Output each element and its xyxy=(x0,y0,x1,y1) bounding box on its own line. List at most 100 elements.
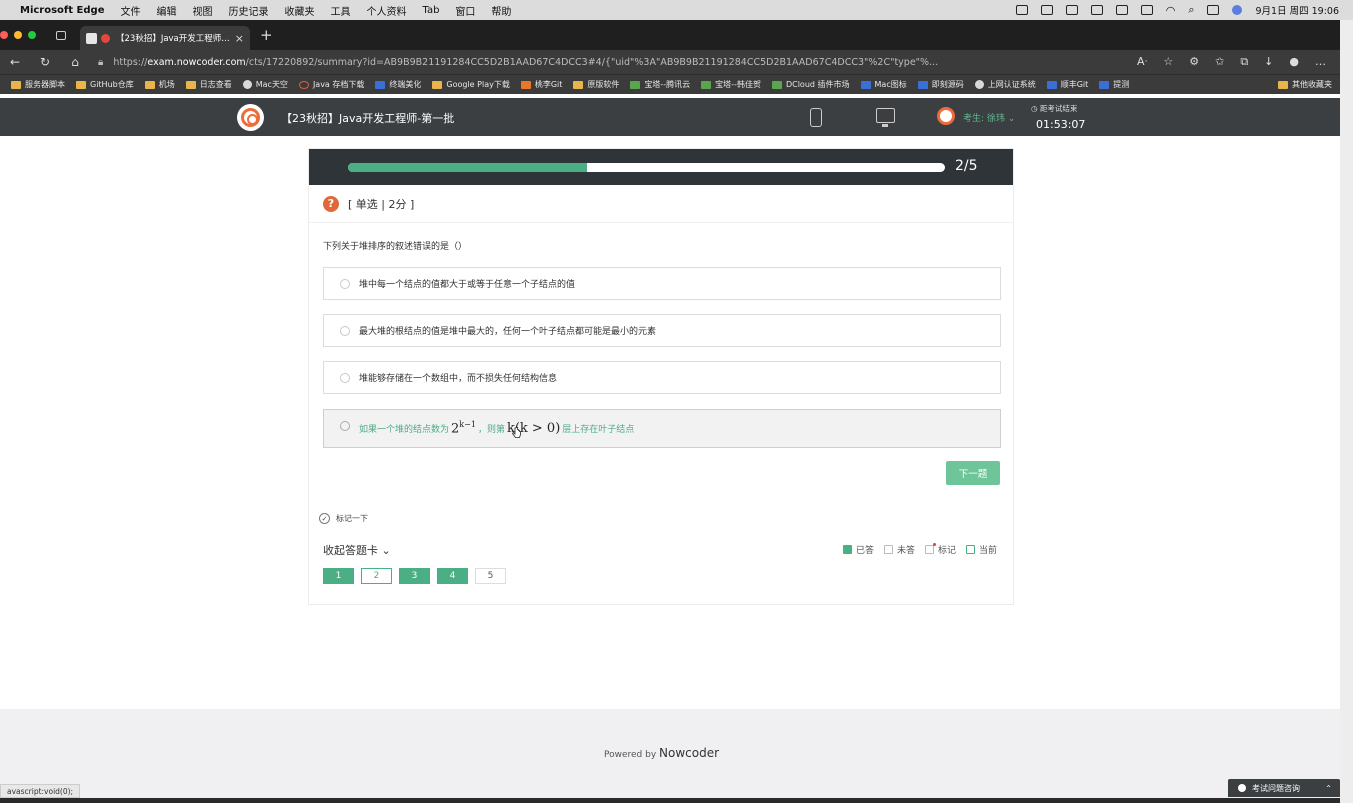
menubar-clock[interactable]: 9月1日 周四 19:06 xyxy=(1255,3,1339,17)
lock-icon: 🔒︎ xyxy=(98,56,104,68)
refresh-icon[interactable]: ↻ xyxy=(30,55,60,69)
menu-tab[interactable]: Tab xyxy=(422,5,439,16)
exam-help-button[interactable]: 考试问题咨询 ⌃ xyxy=(1228,779,1340,797)
read-aloud-icon[interactable]: Aᐧ xyxy=(1137,55,1147,69)
status-window-icon[interactable] xyxy=(1090,5,1103,15)
mark-question[interactable]: ✓ 标记一下 xyxy=(319,513,368,524)
control-center-icon[interactable] xyxy=(1207,5,1220,15)
bookmark-label: 其他收藏夹 xyxy=(1292,80,1332,89)
bookmark-item[interactable]: 原版软件 xyxy=(573,79,619,90)
collapse-answer-card[interactable]: 收起答题卡 ⌄ xyxy=(323,542,391,558)
minimize-window-button[interactable] xyxy=(14,31,22,39)
close-window-button[interactable] xyxy=(0,31,8,39)
powered-by: Powered by Nowcoder xyxy=(604,746,719,760)
bookmark-item[interactable]: 日志查看 xyxy=(185,79,232,90)
menu-app-name[interactable]: Microsoft Edge xyxy=(20,5,104,16)
option-radio[interactable] xyxy=(340,278,350,289)
question-nav-3[interactable]: 3 xyxy=(399,568,430,584)
menu-help[interactable]: 帮助 xyxy=(491,3,511,18)
status-app-icon[interactable] xyxy=(1015,5,1028,15)
add-favorite-icon[interactable]: ☆ xyxy=(1163,55,1173,69)
menu-tools[interactable]: 工具 xyxy=(330,3,350,18)
nowcoder-logo-icon xyxy=(237,104,264,131)
bookmark-item[interactable]: 桃李Git xyxy=(520,79,562,90)
bookmark-item[interactable]: 上网认证系统 xyxy=(974,79,1036,90)
page-icon xyxy=(974,80,984,89)
bookmark-item[interactable]: 宝塔--韩佳贺 xyxy=(701,79,761,90)
option-c[interactable]: 堆能够存储在一个数组中，而不损失任何结构信息 xyxy=(323,361,1001,394)
wifi-icon[interactable]: ◠ xyxy=(1166,4,1176,17)
downloads-icon[interactable]: ↓ xyxy=(1264,55,1273,69)
tab-close-icon[interactable]: × xyxy=(235,32,244,45)
menu-history[interactable]: 历史记录 xyxy=(228,3,268,18)
bookmark-item[interactable]: Mac天空 xyxy=(242,79,288,90)
question-nav-4[interactable]: 4 xyxy=(437,568,468,584)
menu-file[interactable]: 文件 xyxy=(120,3,140,18)
other-favorites[interactable]: 其他收藏夹 xyxy=(1278,79,1332,90)
more-icon[interactable]: … xyxy=(1315,55,1326,69)
menu-favorites[interactable]: 收藏夹 xyxy=(284,3,314,18)
bookmark-item[interactable]: 终端美化 xyxy=(375,79,421,90)
address-field[interactable]: 🔒︎ https:// exam.nowcoder.com /cts/17220… xyxy=(98,57,978,68)
option-d[interactable]: 如果一个堆的结点数为 2k−1 ，则第 k(k > 0) 层上存在叶子结点 xyxy=(323,409,1001,448)
battery-icon[interactable] xyxy=(1115,5,1128,15)
menu-profile[interactable]: 个人资料 xyxy=(366,3,406,18)
bookmark-label: 服务器脚本 xyxy=(25,80,65,89)
bookmark-item[interactable]: 顺丰Git xyxy=(1046,79,1088,90)
bookmark-item[interactable]: 机场 xyxy=(144,79,175,90)
candidate-menu[interactable]: 考生: 徐玮 ⌄ xyxy=(963,111,1015,124)
home-icon[interactable]: ⌂ xyxy=(60,55,90,69)
tab-actions-icon[interactable] xyxy=(56,30,66,40)
extension-icon[interactable]: ⚙ xyxy=(1189,55,1199,69)
option-radio[interactable] xyxy=(340,325,350,336)
new-tab-icon[interactable]: + xyxy=(260,26,273,44)
bookmark-item[interactable]: 宝塔--腾讯云 xyxy=(630,79,690,90)
profile-icon[interactable]: ● xyxy=(1289,55,1299,69)
next-question-button[interactable]: 下一题 xyxy=(946,461,1000,485)
question-nav-5[interactable]: 5 xyxy=(475,568,506,584)
bookmark-item[interactable]: DCloud 插件市场 xyxy=(771,79,850,90)
status-lock-icon[interactable] xyxy=(1040,5,1053,15)
search-icon[interactable]: ⌕ xyxy=(1188,3,1194,17)
option-a[interactable]: 堆中每一个结点的值都大于或等于任意一个子结点的值 xyxy=(323,267,1001,300)
legend-label: 已答 xyxy=(855,546,874,556)
question-nav-1[interactable]: 1 xyxy=(323,568,354,584)
bookmark-item[interactable]: GitHub仓库 xyxy=(76,79,134,90)
window-controls xyxy=(0,31,36,39)
question-nav-2[interactable]: 2 xyxy=(361,568,392,584)
phone-icon[interactable] xyxy=(810,108,822,127)
question-stem: 下列关于堆排序的叙述错误的是（） xyxy=(323,242,468,252)
powered-brand[interactable]: Nowcoder xyxy=(659,746,719,760)
favorites-icon[interactable]: ✩ xyxy=(1215,55,1224,69)
java-icon xyxy=(298,80,309,89)
monitor-icon[interactable] xyxy=(876,108,895,127)
macos-menubar: Microsoft Edge 文件 编辑 视图 历史记录 收藏夹 工具 个人资料… xyxy=(0,0,1353,20)
bookmark-item[interactable]: 提测 xyxy=(1099,79,1129,90)
collections-icon[interactable]: ⧉ xyxy=(1240,55,1248,69)
menu-view[interactable]: 视图 xyxy=(192,3,212,18)
back-icon[interactable]: ← xyxy=(0,55,30,69)
siri-icon[interactable] xyxy=(1232,5,1243,15)
window-edge xyxy=(1340,20,1353,803)
option-radio[interactable] xyxy=(340,372,350,383)
menu-window[interactable]: 窗口 xyxy=(455,3,475,18)
option-radio[interactable] xyxy=(340,420,350,431)
menu-edit[interactable]: 编辑 xyxy=(156,3,176,18)
bookmark-label: 终端美化 xyxy=(389,80,422,89)
status-grid-icon[interactable] xyxy=(1065,5,1078,15)
powered-text: Powered by xyxy=(604,750,660,760)
bookmark-item[interactable]: 服务器脚本 xyxy=(11,79,65,90)
bookmark-label: Google Play下载 xyxy=(446,80,510,89)
countdown-timer: 01:53:07 xyxy=(1036,118,1086,131)
bookmark-item[interactable]: Java 存档下载 xyxy=(298,79,364,90)
option-b[interactable]: 最大堆的根结点的值是堆中最大的，任何一个叶子结点都可能是最小的元素 xyxy=(323,314,1001,347)
site-icon xyxy=(917,80,928,89)
legend-current: 当前 xyxy=(965,543,997,556)
question-navigator: 1 2 3 4 5 xyxy=(323,568,506,584)
bookmark-item[interactable]: Google Play下载 xyxy=(432,79,510,90)
maximize-window-button[interactable] xyxy=(28,31,36,39)
active-tab[interactable]: 【23秋招】Java开发工程师… × xyxy=(80,26,250,50)
bookmark-item[interactable]: Mac图标 xyxy=(860,79,907,90)
display-icon[interactable] xyxy=(1140,5,1153,15)
bookmark-item[interactable]: 即刻源码 xyxy=(917,79,964,90)
